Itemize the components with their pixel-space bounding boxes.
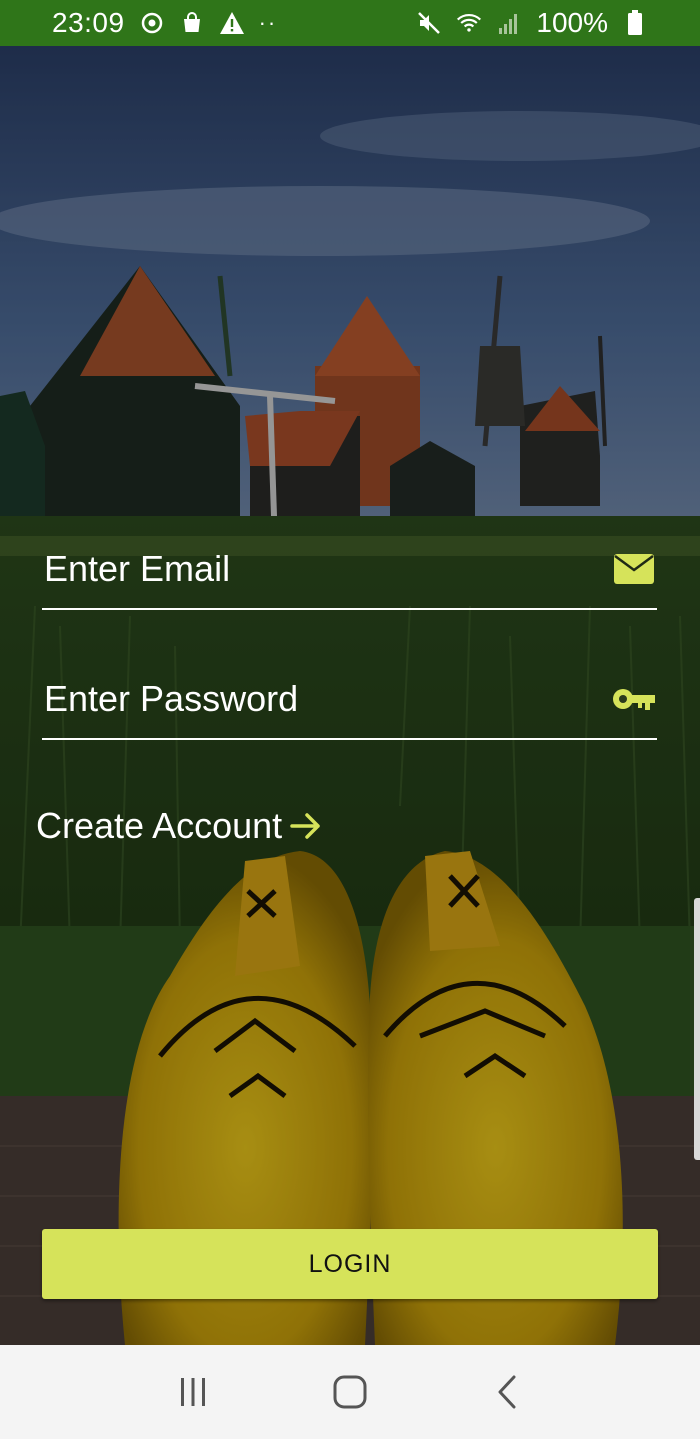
status-right: 100% [416,7,648,39]
email-field[interactable] [42,530,657,610]
arrow-right-icon [288,808,324,844]
battery-icon [622,10,648,36]
battery-percent: 100% [536,7,608,38]
status-left: 23:09 ·· [52,7,277,39]
create-account-label: Create Account [36,805,283,846]
status-bar: 23:09 ·· 100% [0,0,700,46]
password-input[interactable] [42,678,582,720]
key-icon [611,679,657,719]
signal-icon [496,10,522,36]
warning-icon [219,10,245,36]
status-time: 23:09 [52,7,125,38]
mail-icon [611,549,657,589]
back-icon[interactable] [482,1367,532,1417]
login-button[interactable]: LOGIN [42,1229,658,1299]
create-account-link[interactable]: Create Account [36,805,324,847]
sync-icon [139,10,165,36]
home-icon[interactable] [325,1367,375,1417]
email-input[interactable] [42,548,582,590]
password-field[interactable] [42,660,657,740]
wifi-icon [456,10,482,36]
mute-icon [416,10,442,36]
recent-apps-icon[interactable] [168,1367,218,1417]
scroll-indicator [694,898,700,1160]
shopping-bag-icon [179,10,205,36]
navigation-bar [0,1345,700,1439]
more-dots-icon: ·· [258,10,278,35]
